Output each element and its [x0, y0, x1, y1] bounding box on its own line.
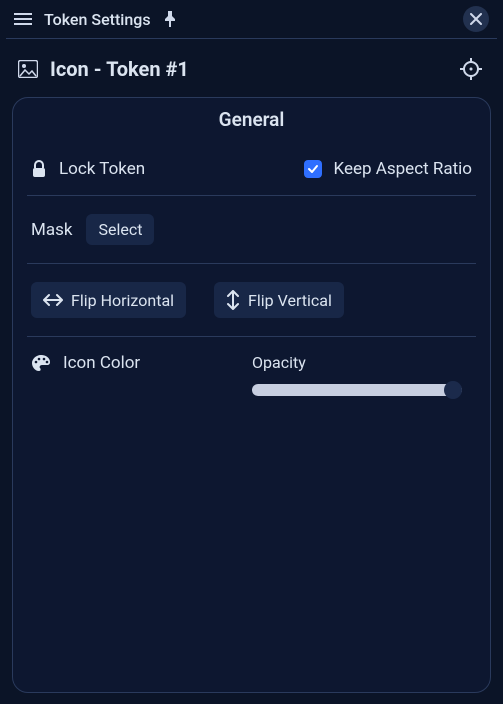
color-opacity-row: Icon Color Opacity [13, 337, 490, 414]
lock-token-label: Lock Token [59, 159, 145, 179]
opacity-label: Opacity [252, 353, 472, 372]
flip-row: Flip Horizontal Flip Vertical [13, 264, 490, 336]
lock-icon [31, 160, 47, 178]
mask-select[interactable]: Select [86, 214, 154, 245]
subheader: Icon - Token #1 [0, 39, 503, 97]
close-button[interactable] [463, 6, 489, 32]
menu-icon[interactable] [14, 12, 32, 26]
flip-horizontal-button[interactable]: Flip Horizontal [31, 282, 186, 318]
mask-label: Mask [31, 220, 72, 240]
keep-aspect-label: Keep Aspect Ratio [334, 159, 472, 179]
page-title: Icon - Token #1 [50, 57, 189, 81]
panel-title: General [13, 98, 490, 143]
mask-row: Mask Select [13, 196, 490, 263]
window-title: Token Settings [44, 10, 151, 29]
pin-icon[interactable] [163, 11, 177, 27]
general-panel: General Lock Token Keep Aspect Ratio Mas… [12, 97, 491, 693]
icon-color-label: Icon Color [63, 353, 140, 373]
image-icon [18, 60, 38, 78]
opacity-slider[interactable] [252, 382, 462, 398]
keep-aspect-toggle[interactable]: Keep Aspect Ratio [304, 159, 472, 179]
target-icon [460, 58, 482, 80]
flip-horizontal-label: Flip Horizontal [71, 291, 174, 310]
flip-vertical-label: Flip Vertical [248, 291, 332, 310]
token-settings-window: Token Settings Icon - Token #1 General [0, 0, 503, 704]
lock-token-toggle[interactable]: Lock Token [31, 159, 145, 179]
flip-vertical-button[interactable]: Flip Vertical [214, 282, 344, 318]
palette-icon [31, 354, 51, 372]
target-button[interactable] [457, 55, 485, 83]
titlebar: Token Settings [0, 0, 503, 38]
keep-aspect-checkbox[interactable] [304, 160, 322, 178]
icon-color-button[interactable]: Icon Color [31, 353, 140, 373]
close-icon [470, 13, 482, 25]
flip-vertical-icon [226, 290, 240, 310]
lock-aspect-row: Lock Token Keep Aspect Ratio [13, 143, 490, 195]
flip-horizontal-icon [43, 293, 63, 307]
